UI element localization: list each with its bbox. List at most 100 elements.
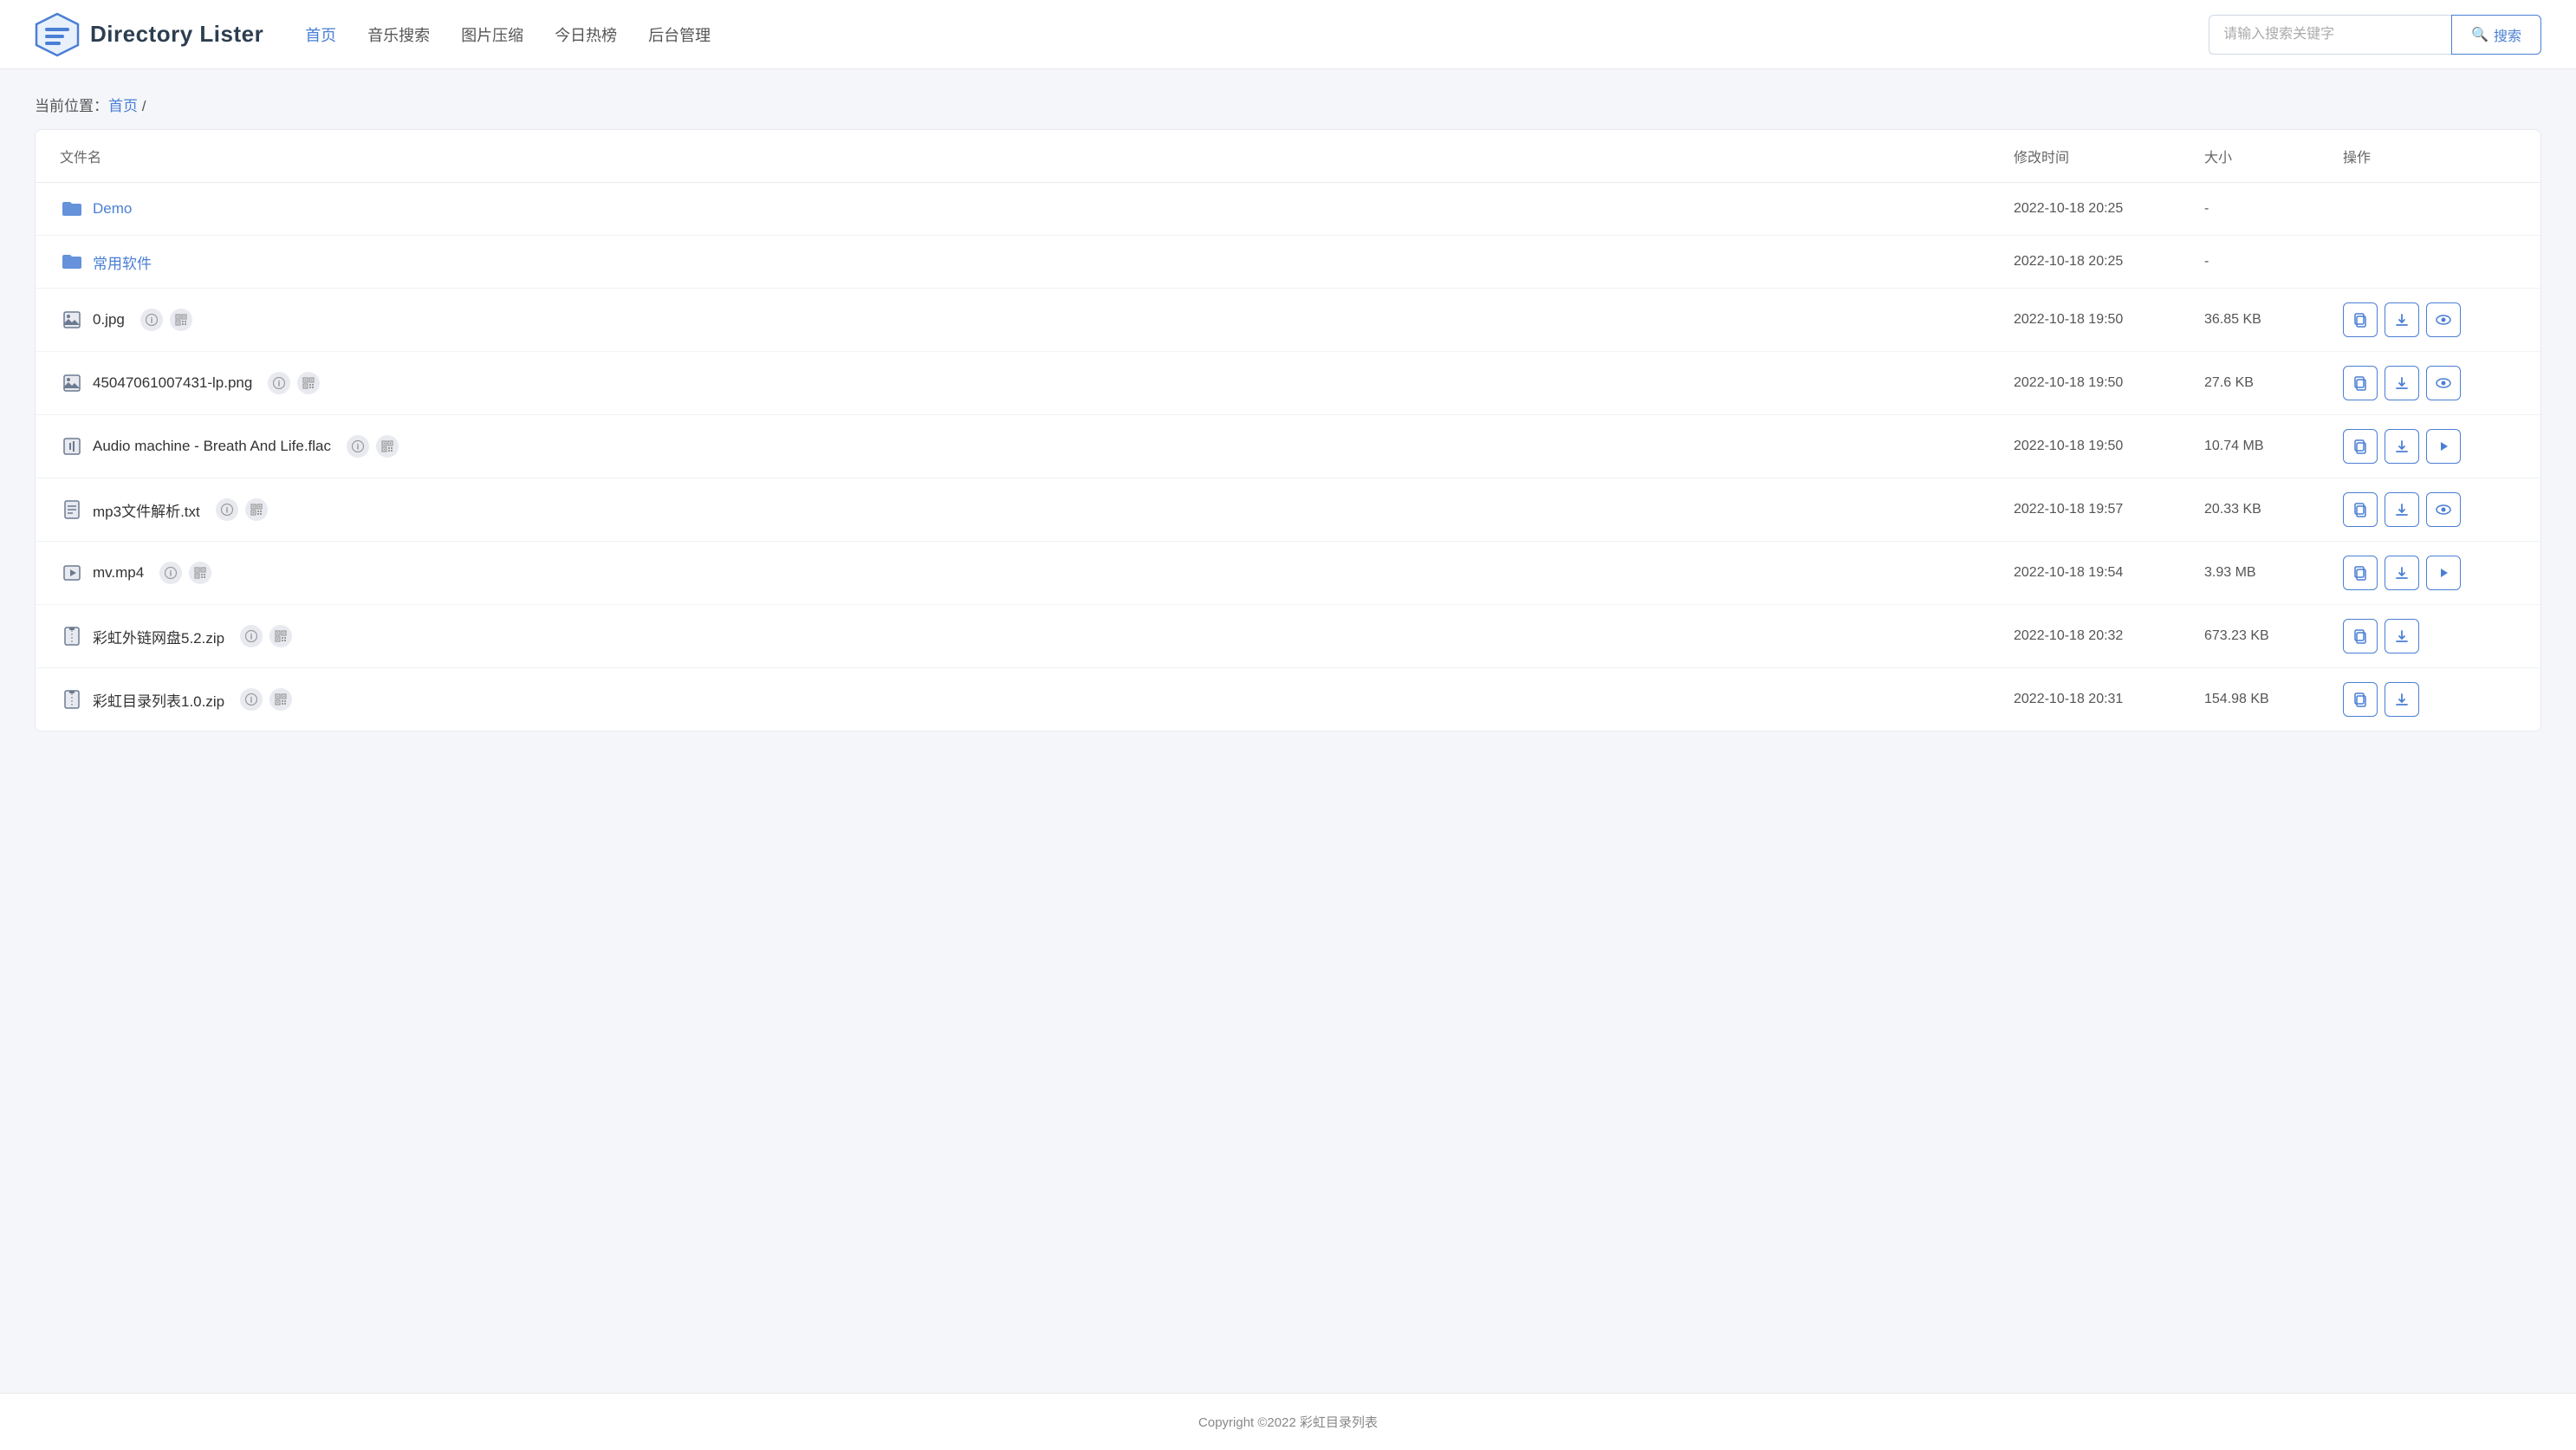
col-modified: 修改时间 bbox=[2014, 146, 2204, 166]
qr-icon[interactable] bbox=[297, 372, 320, 394]
search-input[interactable] bbox=[2209, 15, 2451, 55]
file-size: - bbox=[2204, 201, 2343, 217]
file-modified: 2022-10-18 19:50 bbox=[2014, 312, 2204, 328]
nav-item-0[interactable]: 首页 bbox=[305, 20, 336, 49]
folder-icon bbox=[60, 197, 84, 221]
file-actions bbox=[2343, 366, 2516, 400]
file-modified: 2022-10-18 20:25 bbox=[2014, 201, 2204, 217]
file-name-cell: 常用软件 bbox=[60, 250, 2014, 274]
info-icon[interactable] bbox=[159, 562, 182, 584]
qr-icon[interactable] bbox=[269, 625, 292, 647]
logo-text: Directory Lister bbox=[90, 21, 263, 48]
col-name: 文件名 bbox=[60, 146, 2014, 166]
file-meta-icons bbox=[216, 498, 268, 521]
copy-button[interactable] bbox=[2343, 682, 2378, 717]
file-name[interactable]: Demo bbox=[93, 200, 132, 218]
play-button[interactable] bbox=[2426, 429, 2461, 464]
download-button[interactable] bbox=[2385, 556, 2419, 590]
info-icon[interactable] bbox=[216, 498, 238, 521]
qr-icon[interactable] bbox=[170, 309, 192, 331]
qr-icon[interactable] bbox=[189, 562, 211, 584]
file-icon bbox=[60, 624, 84, 648]
table-body: Demo 2022-10-18 20:25- 常用软件2022-10-18 20:2… bbox=[36, 183, 2540, 731]
file-size: 36.85 KB bbox=[2204, 312, 2343, 328]
download-button[interactable] bbox=[2385, 302, 2419, 337]
preview-button[interactable] bbox=[2426, 492, 2461, 527]
search-icon: 🔍 bbox=[2471, 26, 2488, 43]
logo-icon bbox=[35, 12, 80, 57]
copy-button[interactable] bbox=[2343, 492, 2378, 527]
info-icon[interactable] bbox=[347, 435, 369, 458]
logo[interactable]: Directory Lister bbox=[35, 12, 263, 57]
file-name[interactable]: 0.jpg bbox=[93, 311, 125, 328]
copy-button[interactable] bbox=[2343, 429, 2378, 464]
download-button[interactable] bbox=[2385, 682, 2419, 717]
file-icon bbox=[60, 434, 84, 458]
table-row: 彩虹目录列表1.0.zip2022-10-18 20:31154.98 KB bbox=[36, 668, 2540, 731]
file-name-cell: mv.mp4 bbox=[60, 561, 2014, 585]
file-name[interactable]: 彩虹目录列表1.0.zip bbox=[93, 689, 224, 711]
footer: Copyright ©2022 彩虹目录列表 bbox=[0, 1393, 2576, 1450]
file-name[interactable]: 彩虹外链网盘5.2.zip bbox=[93, 626, 224, 647]
file-name[interactable]: 45047061007431-lp.png bbox=[93, 374, 252, 392]
download-button[interactable] bbox=[2385, 619, 2419, 653]
nav-item-4[interactable]: 后台管理 bbox=[648, 20, 711, 49]
file-icon bbox=[60, 497, 84, 522]
file-name[interactable]: mp3文件解析.txt bbox=[93, 499, 200, 521]
file-name-cell: 彩虹目录列表1.0.zip bbox=[60, 687, 2014, 712]
file-size: 673.23 KB bbox=[2204, 628, 2343, 644]
file-name[interactable]: mv.mp4 bbox=[93, 564, 144, 582]
file-modified: 2022-10-18 20:31 bbox=[2014, 692, 2204, 707]
file-name[interactable]: 常用软件 bbox=[93, 251, 152, 273]
info-icon[interactable] bbox=[140, 309, 163, 331]
nav-item-3[interactable]: 今日热榜 bbox=[555, 20, 617, 49]
file-size: 27.6 KB bbox=[2204, 375, 2343, 391]
file-icon bbox=[60, 561, 84, 585]
qr-icon[interactable] bbox=[376, 435, 399, 458]
preview-button[interactable] bbox=[2426, 366, 2461, 400]
header-left: Directory Lister 首页 音乐搜索 图片压缩 今日热榜 后台管理 bbox=[35, 12, 711, 57]
breadcrumb: 当前位置：首页 / bbox=[0, 69, 2576, 129]
file-meta-icons bbox=[159, 562, 211, 584]
nav-item-1[interactable]: 音乐搜索 bbox=[367, 20, 430, 49]
header: Directory Lister 首页 音乐搜索 图片压缩 今日热榜 后台管理 🔍 搜索 bbox=[0, 0, 2576, 69]
file-size: 10.74 MB bbox=[2204, 439, 2343, 454]
copy-button[interactable] bbox=[2343, 302, 2378, 337]
file-actions bbox=[2343, 619, 2516, 653]
file-name-cell: Demo bbox=[60, 197, 2014, 221]
file-name-cell: 彩虹外链网盘5.2.zip bbox=[60, 624, 2014, 648]
file-actions bbox=[2343, 302, 2516, 337]
breadcrumb-separator: / bbox=[138, 98, 146, 114]
qr-icon[interactable] bbox=[269, 688, 292, 711]
info-icon[interactable] bbox=[268, 372, 290, 394]
qr-icon[interactable] bbox=[245, 498, 268, 521]
copy-button[interactable] bbox=[2343, 619, 2378, 653]
file-meta-icons bbox=[347, 435, 399, 458]
table-header: 文件名 修改时间 大小 操作 bbox=[36, 130, 2540, 183]
table-row: 常用软件2022-10-18 20:25- bbox=[36, 236, 2540, 289]
info-icon[interactable] bbox=[240, 688, 263, 711]
download-button[interactable] bbox=[2385, 366, 2419, 400]
breadcrumb-home[interactable]: 首页 bbox=[108, 98, 138, 114]
file-name[interactable]: Audio machine - Breath And Life.flac bbox=[93, 438, 331, 455]
download-button[interactable] bbox=[2385, 429, 2419, 464]
file-name-cell: Audio machine - Breath And Life.flac bbox=[60, 434, 2014, 458]
copy-button[interactable] bbox=[2343, 556, 2378, 590]
main-content: 文件名 修改时间 大小 操作 Demo 2022-10-18 20:25- 常用软件… bbox=[0, 129, 2576, 1393]
file-modified: 2022-10-18 19:50 bbox=[2014, 439, 2204, 454]
main-nav: 首页 音乐搜索 图片压缩 今日热榜 后台管理 bbox=[305, 20, 711, 49]
file-icon bbox=[60, 687, 84, 712]
play-button[interactable] bbox=[2426, 556, 2461, 590]
header-right: 🔍 搜索 bbox=[2209, 15, 2541, 55]
copy-button[interactable] bbox=[2343, 366, 2378, 400]
nav-item-2[interactable]: 图片压缩 bbox=[461, 20, 523, 49]
download-button[interactable] bbox=[2385, 492, 2419, 527]
search-button[interactable]: 🔍 搜索 bbox=[2451, 15, 2541, 55]
preview-button[interactable] bbox=[2426, 302, 2461, 337]
table-row: mp3文件解析.txt2022-10-18 19:5720.33 KB bbox=[36, 478, 2540, 542]
file-actions bbox=[2343, 429, 2516, 464]
info-icon[interactable] bbox=[240, 625, 263, 647]
table-row: 0.jpg 2022-10-18 19:5036.85 KB bbox=[36, 289, 2540, 352]
table-row: mv.mp42022-10-18 19:543.93 MB bbox=[36, 542, 2540, 605]
table-row: Demo 2022-10-18 20:25- bbox=[36, 183, 2540, 236]
